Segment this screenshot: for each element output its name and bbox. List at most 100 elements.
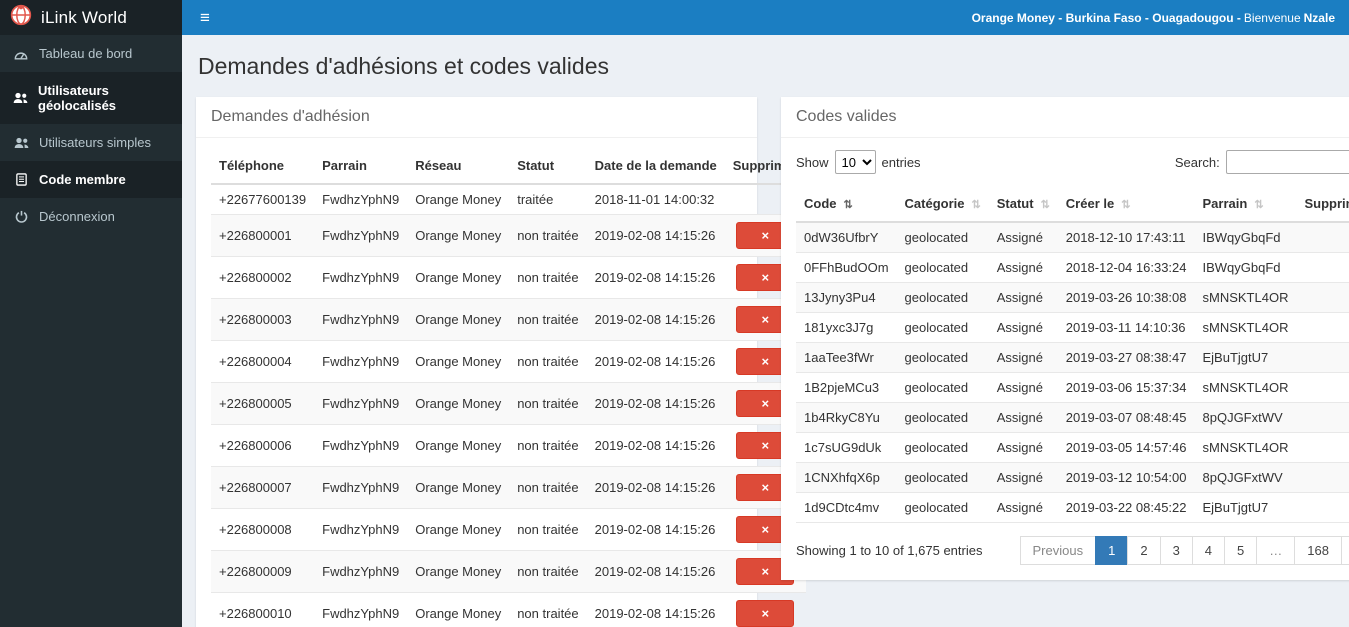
sidebar-item-logout[interactable]: Déconnexion <box>0 198 182 235</box>
codes-column-header-supprimer[interactable]: Supprimer⇅ <box>1296 186 1349 223</box>
reseau-cell: Orange Money <box>407 382 510 425</box>
page-length-control: Show 10 entries <box>796 150 921 174</box>
code-cell: 13Jyny3Pu4 <box>796 282 897 313</box>
requests-column-header: Téléphone <box>211 148 315 185</box>
codes-column-header-parrain[interactable]: Parrain ⇅ <box>1194 186 1297 223</box>
delete-request-button[interactable]: × <box>736 600 795 627</box>
code-row: 1CNXhfqX6p geolocated Assigné 2019-03-12 10… <box>796 462 1349 493</box>
codes-column-header-cat-gorie[interactable]: Catégorie ⇅ <box>896 186 989 223</box>
reseau-cell: Orange Money <box>407 508 510 551</box>
categorie-cell: geolocated <box>896 312 989 343</box>
reseau-cell: Orange Money <box>407 550 510 593</box>
cree-le-cell: 2019-03-27 08:38:47 <box>1057 342 1195 373</box>
reseau-cell: Orange Money <box>407 592 510 627</box>
users-icon <box>13 137 29 149</box>
parrain-cell: 8pQJGFxtWV <box>1194 462 1297 493</box>
phone-cell: +226800009 <box>211 550 315 593</box>
statut-cell: traitée <box>509 184 587 215</box>
datatable-controls: Show 10 entries Search: <box>796 150 1349 174</box>
topbar: iLink World ≡ Orange Money - Burkina Fas… <box>0 0 1349 35</box>
sort-icon: ⇅ <box>971 199 981 211</box>
parrain-cell: FwdhzYphN9 <box>314 424 408 467</box>
phone-cell: +226800003 <box>211 298 315 341</box>
sidebar-item-dashboard[interactable]: Tableau de bord <box>0 35 182 72</box>
request-row: +226800010 FwdhzYphN9 Orange Money non trai… <box>211 592 806 627</box>
request-row: +22677600139 FwdhzYphN9 Orange Money traité… <box>211 184 806 215</box>
statut-cell: non traitée <box>509 550 587 593</box>
parrain-cell: FwdhzYphN9 <box>314 184 408 215</box>
code-row: 0dW36UfbrY geolocated Assigné 2018-12-10 17… <box>796 222 1349 253</box>
sidebar-item-label: Utilisateurs simples <box>39 135 151 150</box>
codes-column-header-code[interactable]: Code ⇅ <box>796 186 897 223</box>
sidebar-item-geo-users[interactable]: Utilisateurs géolocalisés <box>0 72 182 124</box>
cree-le-cell: 2019-03-05 14:57:46 <box>1057 432 1195 463</box>
search-label: Search: <box>1174 154 1220 170</box>
pagination-next[interactable]: Next <box>1340 536 1349 565</box>
parrain-cell: FwdhzYphN9 <box>314 214 408 257</box>
reseau-cell: Orange Money <box>407 340 510 383</box>
panels: Demandes d'adhésion Téléphone Parrain Rése… <box>196 97 1349 627</box>
code-cell: 1CNXhfqX6p <box>796 462 897 493</box>
reseau-cell: Orange Money <box>407 424 510 467</box>
pagination-page-4[interactable]: 4 <box>1191 536 1226 565</box>
cree-le-cell: 2019-03-12 10:54:00 <box>1057 462 1195 493</box>
statut-cell: non traitée <box>509 340 587 383</box>
users-icon <box>13 92 28 104</box>
statut-cell: Assigné <box>988 372 1058 403</box>
requests-table-head-row: Téléphone Parrain Réseau Statut Date de la d… <box>211 148 806 185</box>
codes-column-header-cr-er-le[interactable]: Créer le ⇅ <box>1057 186 1195 223</box>
date-cell: 2018-11-01 14:00:32 <box>586 184 725 215</box>
sidebar-item-simple-users[interactable]: Utilisateurs simples <box>0 124 182 161</box>
request-row: +226800002 FwdhzYphN9 Orange Money non trai… <box>211 256 806 299</box>
x-icon: × <box>761 606 770 621</box>
pagination-page-2[interactable]: 2 <box>1127 536 1161 565</box>
pagination-page-5[interactable]: 5 <box>1224 536 1258 565</box>
parrain-cell: FwdhzYphN9 <box>314 550 408 593</box>
x-icon: × <box>761 522 770 537</box>
codes-table-head-row: Code ⇅ Catégorie ⇅ Statut ⇅ Créer le ⇅ Parrain ⇅ S… <box>796 186 1349 223</box>
code-row: 1B2pjeMCu3 geolocated Assigné 2019-03-06 15… <box>796 372 1349 403</box>
code-row: 1b4RkyC8Yu geolocated Assigné 2019-03-07 08… <box>796 402 1349 433</box>
codes-panel: Codes valides Show 10 entries Search: Co… <box>781 97 1349 580</box>
parrain-cell: FwdhzYphN9 <box>314 256 408 299</box>
pagination-previous[interactable]: Previous <box>1019 536 1097 565</box>
x-icon: × <box>761 270 770 285</box>
statut-cell: non traitée <box>509 382 587 425</box>
statut-cell: Assigné <box>988 252 1058 283</box>
sidebar-item-member-code[interactable]: Code membre <box>0 161 182 198</box>
sidebar-toggle-button[interactable]: ≡ <box>182 0 228 35</box>
categorie-cell: geolocated <box>896 492 989 523</box>
code-cell: 1b4RkyC8Yu <box>796 402 897 433</box>
date-cell: 2019-02-08 14:15:26 <box>586 298 725 341</box>
codes-column-header-statut[interactable]: Statut ⇅ <box>988 186 1058 223</box>
statut-cell: non traitée <box>509 214 587 257</box>
phone-cell: +226800007 <box>211 466 315 509</box>
pagination-page-1[interactable]: 1 <box>1095 536 1129 565</box>
statut-cell: Assigné <box>988 432 1058 463</box>
code-cell: 1aaTee3fWr <box>796 342 897 373</box>
reseau-cell: Orange Money <box>407 214 510 257</box>
parrain-cell: 8pQJGFxtWV <box>1194 402 1297 433</box>
pagination-page-168[interactable]: 168 <box>1294 536 1342 565</box>
parrain-cell: FwdhzYphN9 <box>314 382 408 425</box>
pagination-page-3[interactable]: 3 <box>1159 536 1193 565</box>
search-input[interactable] <box>1225 150 1349 174</box>
statut-cell: Assigné <box>988 342 1058 373</box>
requests-table-body: +22677600139 FwdhzYphN9 Orange Money traité… <box>211 184 806 627</box>
reseau-cell: Orange Money <box>407 184 510 215</box>
book-icon <box>13 173 29 186</box>
code-row: 181yxc3J7g geolocated Assigné 2019-03-11 14… <box>796 312 1349 343</box>
reseau-cell: Orange Money <box>407 298 510 341</box>
cree-le-cell: 2018-12-10 17:43:11 <box>1057 222 1195 253</box>
brand[interactable]: iLink World <box>0 0 182 35</box>
date-cell: 2019-02-08 14:15:26 <box>586 214 725 257</box>
date-cell: 2019-02-08 14:15:26 <box>586 424 725 467</box>
parrain-cell: sMNSKTL4OR <box>1194 312 1297 343</box>
datatable-footer: Showing 1 to 10 of 1,675 entries Previou… <box>796 536 1349 565</box>
entries-label: entries <box>881 154 921 170</box>
phone-cell: +226800006 <box>211 424 315 467</box>
page-length-select[interactable]: 10 <box>834 150 876 174</box>
table-info: Showing 1 to 10 of 1,675 entries <box>796 543 983 558</box>
code-row: 0FFhBudOOm geolocated Assigné 2018-12-04 16… <box>796 252 1349 283</box>
cree-le-cell: 2018-12-04 16:33:24 <box>1057 252 1195 283</box>
